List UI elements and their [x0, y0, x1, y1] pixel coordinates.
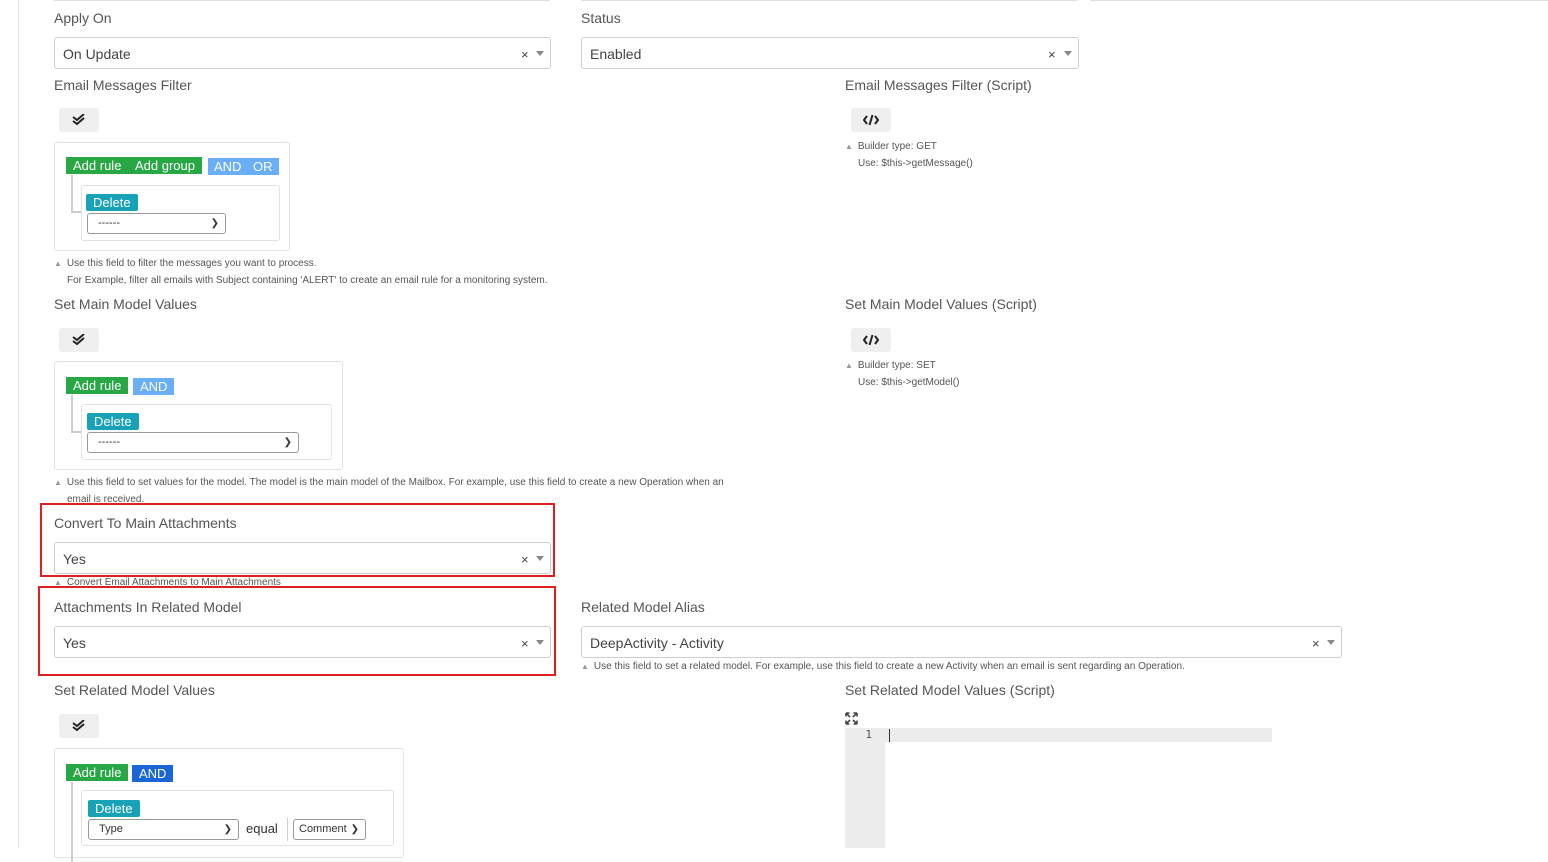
code-editor-gutter [845, 728, 885, 848]
and-condition-button[interactable]: AND [208, 158, 248, 175]
related-values-label: Set Related Model Values [54, 682, 215, 698]
add-group-button[interactable]: Add group [128, 157, 202, 174]
add-rule-button[interactable]: Add rule [66, 377, 129, 394]
related-alias-label: Related Model Alias [581, 599, 705, 615]
related-alias-value: DeepActivity - Activity [590, 635, 724, 651]
email-filter-label: Email Messages Filter [54, 77, 192, 93]
add-rule-button[interactable]: Add rule [66, 157, 129, 174]
line-number: 1 [865, 728, 872, 741]
main-model-script-usage: Use: $this->getModel() [858, 377, 960, 388]
email-filter-script-usage: Use: $this->getMessage() [858, 158, 973, 169]
highlight-box [38, 586, 556, 676]
code-icon [862, 334, 880, 346]
rule-field-value: ------ [98, 217, 120, 229]
status-label: Status [581, 10, 621, 26]
script-editor-button[interactable] [851, 328, 891, 352]
main-model-help: ▲ Use this field to set values for the mo… [54, 474, 724, 491]
double-check-icon [72, 113, 85, 126]
apply-on-select[interactable]: On Update × [54, 37, 551, 69]
clear-icon[interactable]: × [1312, 636, 1320, 651]
rule-container: Delete ------ ❯ [81, 404, 332, 460]
and-condition-button[interactable]: AND [132, 765, 174, 782]
delete-rule-button[interactable]: Delete [88, 800, 140, 817]
code-icon [862, 114, 880, 126]
help-text: Use this field to filter the messages yo… [66, 258, 317, 269]
clear-icon[interactable]: × [521, 47, 529, 62]
add-rule-button[interactable]: Add rule [66, 764, 129, 781]
query-builder-button[interactable] [59, 328, 99, 352]
previous-field-border [1090, 0, 1548, 1]
help-text: Builder type: GET [857, 141, 937, 152]
delete-rule-button[interactable]: Delete [87, 413, 139, 430]
chevron-down-icon: ❯ [350, 824, 359, 835]
rule-value-select[interactable]: Comment ❯ [293, 819, 366, 840]
status-value: Enabled [590, 46, 642, 62]
email-filter-script-label: Email Messages Filter (Script) [845, 77, 1032, 93]
help-text: Use this field to set a related model. F… [593, 661, 1185, 672]
rule-field-value: ------ [98, 436, 120, 448]
chevron-down-icon[interactable] [1327, 640, 1335, 645]
email-filter-query-builder: Add rule Add group AND OR Delete ------ … [54, 142, 290, 251]
related-alias-select[interactable]: DeepActivity - Activity × [581, 626, 1342, 658]
help-text: Builder type: SET [857, 360, 936, 371]
chevron-down-icon: ❯ [223, 824, 232, 835]
rule-value: Comment [299, 823, 347, 835]
rule-field-select[interactable]: Type ❯ [88, 819, 239, 840]
or-condition-button[interactable]: OR [247, 158, 279, 175]
divider [287, 818, 288, 841]
text-cursor [889, 729, 890, 742]
rule-connector [71, 175, 73, 213]
help-text: Use this field to set values for the mod… [66, 477, 724, 488]
related-values-query-builder: Add rule AND Delete Type ❯ equal Comment… [54, 748, 404, 862]
rule-connector [71, 395, 73, 433]
previous-field-border [54, 0, 550, 1]
main-model-query-builder: Add rule AND Delete ------ ❯ [54, 361, 343, 470]
main-model-script-label: Set Main Model Values (Script) [845, 296, 1037, 312]
rule-field-select[interactable]: ------ ❯ [87, 213, 226, 234]
script-editor-button[interactable] [851, 108, 891, 132]
apply-on-label: Apply On [54, 10, 112, 26]
rule-field-value: Type [99, 823, 123, 835]
chevron-down-icon[interactable] [536, 51, 544, 56]
email-filter-help-example: For Example, filter all emails with Subj… [67, 275, 548, 286]
help-icon: ▲ [581, 662, 589, 671]
main-model-script-help: ▲ Builder type: SET [845, 357, 936, 374]
query-builder-button[interactable] [59, 714, 99, 738]
email-filter-help: ▲ Use this field to filter the messages y… [54, 255, 316, 272]
help-icon: ▲ [54, 478, 62, 487]
rule-connector [71, 782, 73, 862]
code-editor-active-line [885, 728, 1272, 742]
delete-rule-button[interactable]: Delete [86, 194, 138, 211]
highlight-box [40, 503, 555, 577]
related-alias-help: ▲ Use this field to set a related model. … [581, 658, 1185, 675]
rule-container: Delete ------ ❯ [81, 185, 280, 241]
double-check-icon [72, 719, 85, 732]
and-condition-button[interactable]: AND [133, 378, 175, 395]
query-builder-button[interactable] [59, 108, 99, 132]
page-left-border [18, 0, 19, 848]
related-script-label: Set Related Model Values (Script) [845, 682, 1055, 698]
rule-operator[interactable]: equal [246, 821, 278, 836]
help-icon: ▲ [54, 259, 62, 268]
previous-field-border [581, 0, 1077, 1]
rule-container: Delete Type ❯ equal Comment ❯ [81, 790, 394, 846]
double-check-icon [72, 333, 85, 346]
rule-field-select[interactable]: ------ ❯ [87, 432, 299, 453]
expand-icon[interactable] [845, 712, 858, 725]
clear-icon[interactable]: × [1048, 47, 1056, 62]
chevron-down-icon[interactable] [1064, 51, 1072, 56]
chevron-down-icon: ❯ [283, 437, 292, 448]
help-icon: ▲ [845, 361, 853, 370]
chevron-down-icon: ❯ [210, 218, 219, 229]
code-editor[interactable]: 1 [845, 728, 1272, 848]
help-icon: ▲ [845, 142, 853, 151]
status-select[interactable]: Enabled × [581, 37, 1079, 69]
apply-on-value: On Update [63, 46, 131, 62]
main-model-label: Set Main Model Values [54, 296, 197, 312]
email-filter-script-help: ▲ Builder type: GET [845, 138, 937, 155]
